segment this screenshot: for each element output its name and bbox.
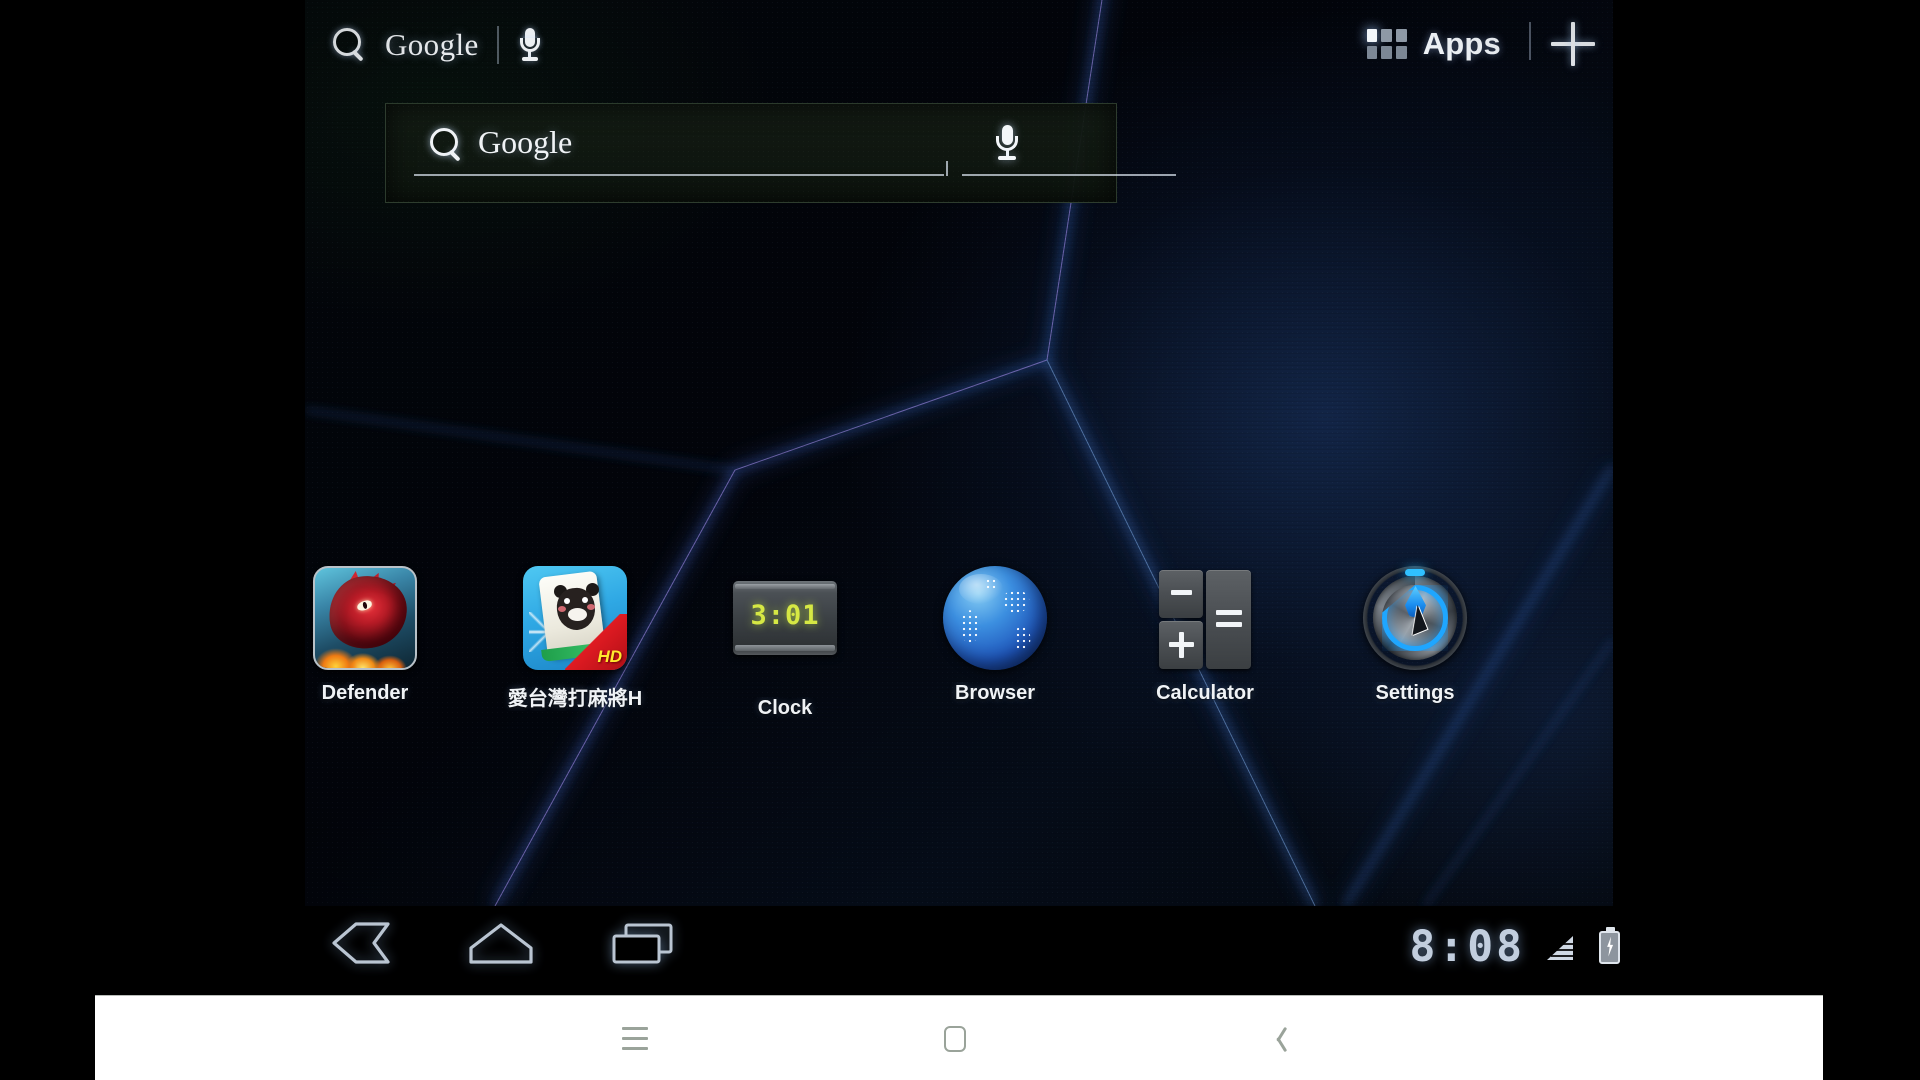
voice-field-underline	[962, 174, 1176, 176]
signal-bars-icon	[1547, 931, 1577, 963]
clock-icon-wrap: 3:01	[733, 581, 837, 685]
system-status-area[interactable]: 8:08	[1409, 922, 1620, 972]
battery-charging-icon	[1599, 926, 1620, 964]
calculator-icon	[1153, 566, 1257, 670]
defender-dragon-icon	[313, 566, 417, 670]
search-icon	[331, 27, 367, 63]
home-app-shortcuts: Defender HD 愛台灣打麻將H 3:01 Clock Browser C…	[305, 566, 1613, 726]
all-apps-button[interactable]: Apps	[1363, 22, 1505, 66]
clock-icon-time: 3:01	[750, 600, 820, 631]
recent-apps-icon[interactable]	[610, 920, 676, 966]
plus-icon[interactable]	[1551, 22, 1595, 66]
search-icon	[428, 127, 464, 163]
app-label: Calculator	[1156, 682, 1254, 704]
back-arrow-icon[interactable]	[330, 920, 392, 966]
back-chevron-icon[interactable]	[1243, 996, 1313, 1080]
host-navigation-bar	[95, 995, 1823, 1080]
google-search-shortcut[interactable]: Google	[325, 22, 549, 68]
app-shortcut-calculator[interactable]: Calculator	[1130, 566, 1280, 705]
home-icon[interactable]	[466, 920, 536, 966]
app-label: 愛台灣打麻將H	[507, 688, 643, 710]
action-bar-divider-right	[1529, 22, 1531, 60]
grid-icon	[1366, 29, 1407, 59]
microphone-icon[interactable]	[517, 26, 543, 64]
mahjong-panda-hd-icon: HD	[523, 566, 627, 670]
search-field-separator	[946, 161, 948, 176]
hd-badge: HD	[597, 647, 622, 666]
android-home-screen: Google Apps Google Defender HD 愛台灣打麻將H 3…	[305, 0, 1613, 906]
app-shortcut-settings[interactable]: Settings	[1340, 566, 1490, 705]
search-field-underline	[414, 174, 944, 176]
android-system-bar: 8:08	[0, 906, 1920, 990]
menu-hamburger-icon[interactable]	[600, 996, 670, 1080]
settings-dial-icon	[1363, 566, 1467, 670]
screenshot-root: Google Apps Google Defender HD 愛台灣打麻將H 3…	[0, 0, 1920, 1080]
action-bar-divider	[496, 26, 499, 64]
clock-icon: 3:01	[733, 581, 837, 655]
app-shortcut-browser[interactable]: Browser	[920, 566, 1070, 705]
globe-icon	[943, 566, 1047, 670]
microphone-icon[interactable]	[994, 123, 1020, 163]
search-input-placeholder: Google	[478, 124, 573, 160]
app-label: Clock	[757, 697, 813, 719]
status-clock: 8:08	[1409, 922, 1525, 972]
google-search-widget[interactable]: Google	[385, 103, 1176, 203]
home-action-bar: Google Apps	[305, 0, 1613, 104]
google-search-label: Google	[385, 27, 479, 62]
navigation-button-group	[330, 920, 676, 966]
all-apps-label: Apps	[1422, 26, 1501, 61]
app-label: Browser	[954, 682, 1036, 704]
app-shortcut-clock[interactable]: 3:01 Clock	[710, 566, 860, 720]
app-shortcut-mahjong[interactable]: HD 愛台灣打麻將H	[500, 566, 650, 711]
home-square-icon[interactable]	[920, 996, 990, 1080]
app-label: Settings	[1375, 682, 1455, 704]
app-shortcut-defender[interactable]: Defender	[305, 566, 440, 705]
app-label: Defender	[321, 682, 409, 704]
